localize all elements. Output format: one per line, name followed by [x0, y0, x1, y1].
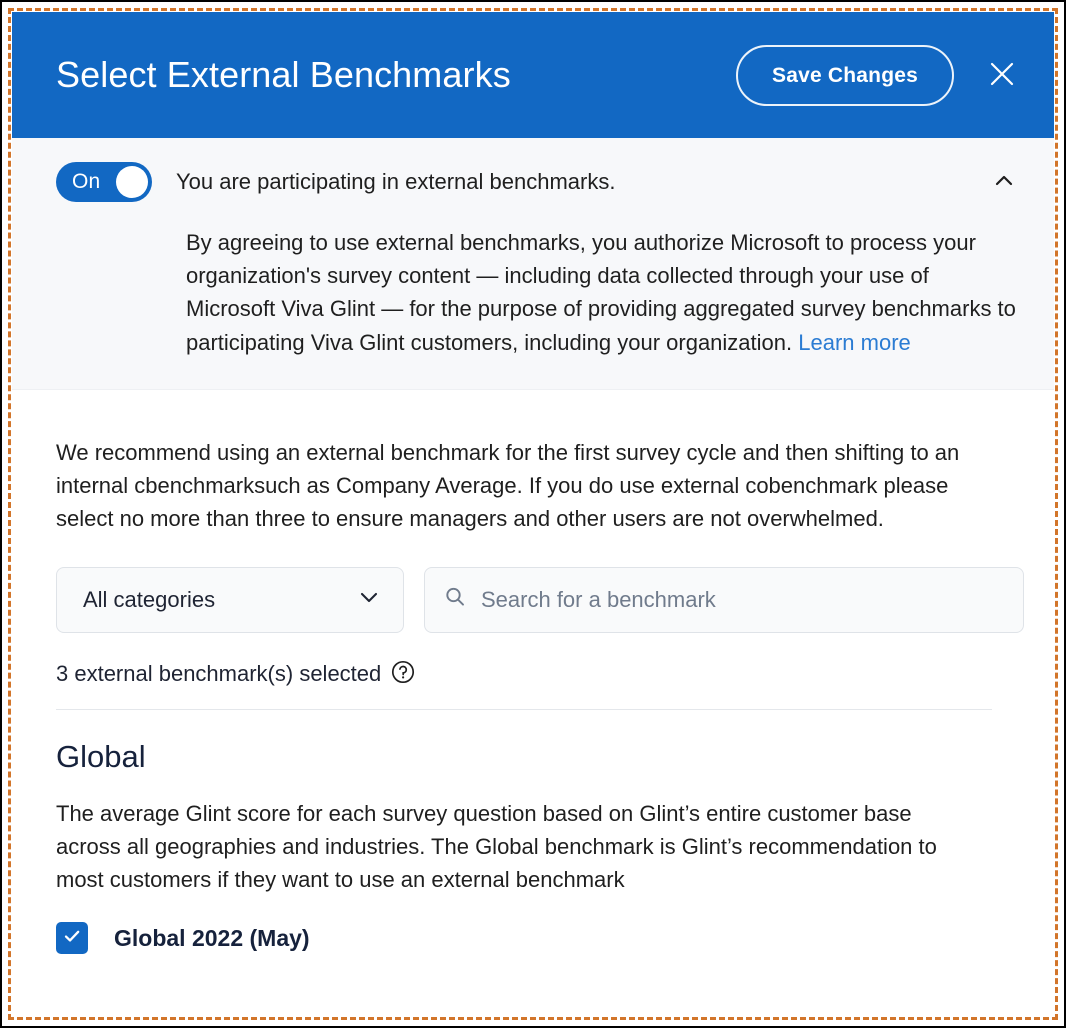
modal-body: We recommend using an external benchmark…	[12, 390, 1054, 955]
chevron-up-icon	[992, 169, 1016, 196]
search-input[interactable]	[479, 585, 1003, 614]
collapse-consent-button[interactable]	[984, 162, 1024, 202]
benchmark-group-description: The average Glint score for each survey …	[56, 801, 937, 893]
close-button[interactable]	[980, 53, 1024, 97]
recommendation-text: We recommend using an external benchmark…	[56, 439, 960, 531]
benchmark-item-label: Global 2022 (May)	[114, 924, 310, 951]
toggle-knob	[116, 166, 148, 198]
page-title: Select External Benchmarks	[56, 54, 511, 95]
participation-toggle-label: On	[72, 170, 101, 193]
benchmark-list-item[interactable]: Global 2022 (May)	[56, 922, 1024, 955]
learn-more-link[interactable]: Learn more	[798, 330, 911, 355]
filter-row: All categories	[56, 566, 1024, 633]
participation-toggle[interactable]: On	[56, 162, 152, 202]
selected-count-row: 3 external benchmark(s) selected	[56, 661, 1024, 687]
check-icon	[61, 925, 83, 952]
consent-body-text: By agreeing to use external benchmarks, …	[186, 226, 1016, 359]
search-icon	[443, 585, 467, 614]
modal-header: Select External Benchmarks Save Changes	[12, 12, 1054, 138]
section-divider	[56, 708, 992, 710]
help-button[interactable]	[390, 661, 416, 687]
question-circle-icon	[390, 659, 416, 688]
search-box[interactable]	[424, 566, 1024, 633]
benchmark-group-global: Global The average Glint score for each …	[56, 738, 1024, 955]
benchmark-checkbox[interactable]	[56, 922, 88, 955]
close-icon	[987, 59, 1017, 92]
selected-count-text: 3 external benchmark(s) selected	[56, 660, 382, 686]
benchmark-group-title: Global	[56, 738, 146, 774]
save-changes-button[interactable]: Save Changes	[736, 44, 954, 106]
consent-header-row: On You are participating in external ben…	[56, 162, 1024, 202]
select-external-benchmarks-modal: Select External Benchmarks Save Changes …	[12, 12, 1054, 1018]
consent-panel: On You are participating in external ben…	[12, 138, 1054, 390]
participation-status-text: You are participating in external benchm…	[176, 168, 616, 194]
screenshot-frame: Select External Benchmarks Save Changes …	[0, 0, 1066, 1028]
chevron-down-icon	[357, 585, 381, 614]
category-select-value: All categories	[83, 586, 216, 612]
category-select[interactable]: All categories	[56, 566, 404, 633]
